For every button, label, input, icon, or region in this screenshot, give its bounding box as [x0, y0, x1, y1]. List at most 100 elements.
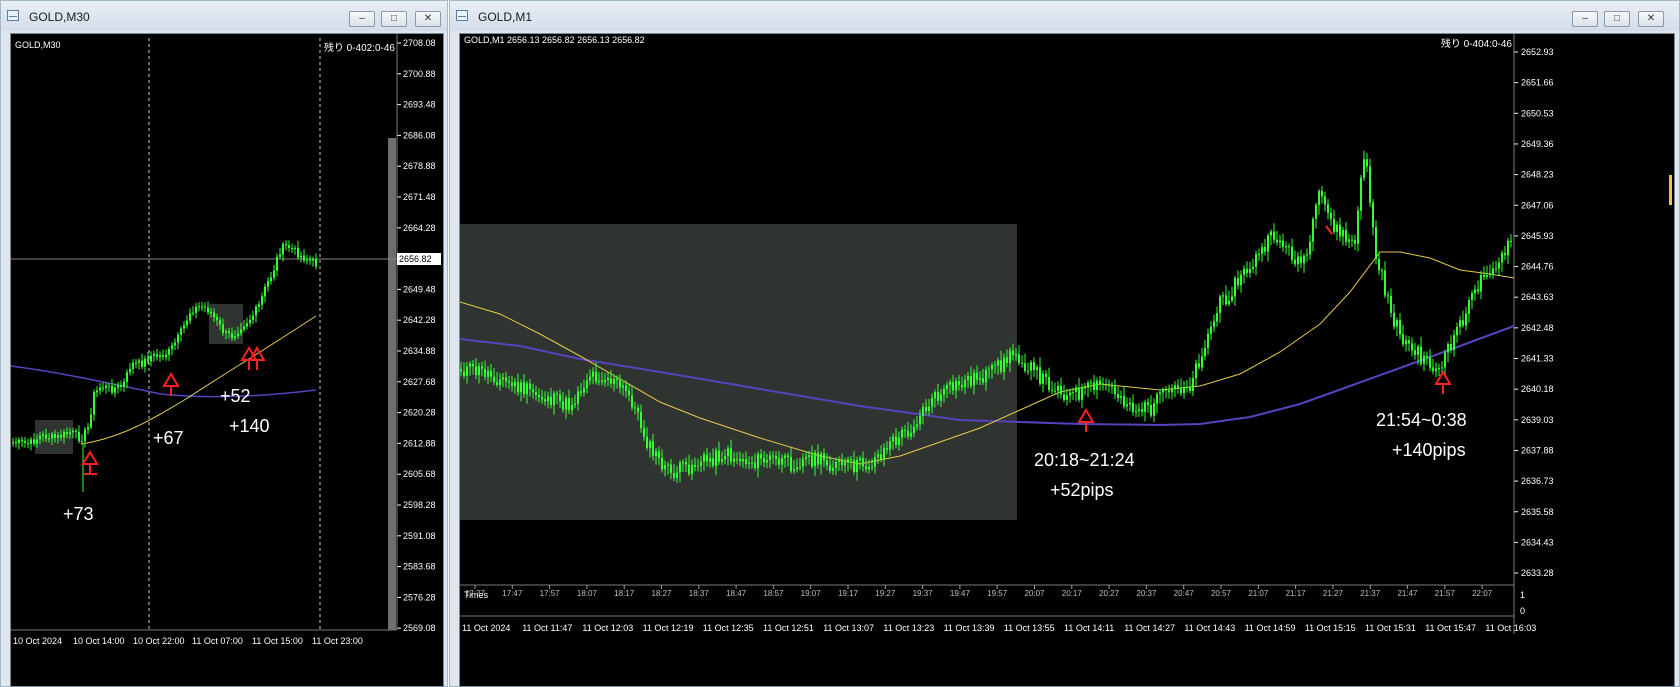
- candle-body: [565, 398, 567, 410]
- minimize-button[interactable]: –: [349, 11, 375, 27]
- candle-body: [790, 457, 792, 472]
- m30-candles: [12, 240, 317, 492]
- gold-m1-window: GOLD,M1 – □ ✕ 2652.93 2651.66 2650.53 2649.…: [449, 0, 1680, 687]
- candle-body: [168, 349, 170, 355]
- title-bar[interactable]: GOLD,M30 – □ ✕: [1, 1, 447, 31]
- candle-body: [96, 390, 98, 393]
- candle-body: [15, 442, 17, 444]
- candle-body: [1108, 384, 1110, 387]
- candle-body: [616, 378, 618, 381]
- m30-chart-svg[interactable]: 2708.08 2700.88 2693.48 2686.08 2678.88 2671.…: [11, 34, 443, 686]
- candle-body: [988, 369, 990, 371]
- candle-body: [1300, 256, 1302, 264]
- candle-body: [847, 459, 849, 463]
- candle-body: [1288, 246, 1290, 248]
- m1-chart-area[interactable]: 2652.93 2651.66 2650.53 2649.36 2648.23 2647.…: [459, 33, 1675, 687]
- candle-body: [562, 401, 564, 410]
- candle-body: [601, 380, 603, 383]
- m1-chart-svg[interactable]: 2652.93 2651.66 2650.53 2649.36 2648.23 2647.…: [460, 34, 1674, 686]
- highlight-box: [460, 224, 1017, 520]
- candle-body: [1363, 159, 1365, 178]
- close-button[interactable]: ✕: [1638, 11, 1664, 27]
- candle-body: [216, 317, 218, 321]
- candle-body: [237, 333, 239, 337]
- candle-body: [1297, 256, 1299, 265]
- candle-body: [475, 366, 477, 376]
- candle-body: [159, 355, 161, 357]
- candle-body: [1366, 159, 1368, 167]
- time-tick-label: 10 Oct 2024: [13, 636, 62, 646]
- candle-body: [775, 456, 777, 459]
- times-scale-bottom: 0: [1520, 606, 1525, 616]
- candle-body: [78, 431, 80, 442]
- candle-body: [724, 456, 726, 460]
- candle-body: [550, 396, 552, 406]
- candle-body: [673, 472, 675, 478]
- date-tick-label: 11 Oct 15:47: [1425, 623, 1476, 633]
- time-tick-label: 19:37: [913, 589, 934, 598]
- candle-body: [1489, 273, 1491, 276]
- candle-body: [300, 255, 302, 258]
- candle-body: [156, 353, 158, 357]
- candle-body: [841, 459, 843, 466]
- candle-body: [240, 329, 242, 334]
- candle-body: [571, 404, 573, 411]
- candle-body: [838, 459, 840, 462]
- candle-body: [658, 451, 660, 458]
- candle-body: [1243, 268, 1245, 275]
- candle-body: [1306, 254, 1308, 256]
- candle-body: [763, 458, 765, 463]
- scroll-bar[interactable]: [388, 138, 396, 630]
- date-tick-label: 11 Oct 12:19: [643, 623, 694, 633]
- time-tick-label: 20:27: [1099, 589, 1120, 598]
- m30-chart-area[interactable]: 2708.08 2700.88 2693.48 2686.08 2678.88 2671.…: [10, 33, 444, 687]
- candle-body: [898, 437, 900, 445]
- candle-body: [141, 360, 143, 367]
- fast-ma-line: [80, 315, 317, 445]
- candle-body: [270, 277, 272, 282]
- time-tick-label: 22:07: [1472, 589, 1493, 598]
- candle-body: [895, 436, 897, 445]
- price-tick-label: 2648.23: [1521, 170, 1554, 180]
- candle-body: [108, 385, 110, 387]
- candle-body: [748, 463, 750, 465]
- candle-body: [1408, 340, 1410, 344]
- candle-body: [529, 383, 531, 390]
- time-tick-label: 21:37: [1360, 589, 1381, 598]
- candle-body: [1066, 395, 1068, 400]
- minimize-button[interactable]: –: [1572, 11, 1598, 27]
- candle-body: [1174, 385, 1176, 390]
- candle-body: [919, 415, 921, 425]
- candle-body: [1438, 368, 1440, 370]
- candle-body: [225, 331, 227, 333]
- candle-body: [535, 392, 537, 396]
- candle-body: [1273, 231, 1275, 240]
- candle-body: [1006, 357, 1008, 363]
- price-tick-label: 2693.48: [403, 100, 436, 110]
- candle-body: [871, 466, 873, 468]
- candle-body: [553, 393, 555, 406]
- candle-body: [1012, 350, 1014, 356]
- candle-body: [628, 390, 630, 396]
- price-tick-label: 2642.28: [403, 315, 436, 325]
- price-tick-label: 2647.06: [1521, 200, 1554, 210]
- candle-body: [700, 461, 702, 466]
- candle-body: [883, 448, 885, 460]
- title-bar[interactable]: GOLD,M1 – □ ✕: [450, 1, 1679, 31]
- candle-body: [1060, 385, 1062, 395]
- candle-body: [1213, 321, 1215, 327]
- candle-body: [1030, 362, 1032, 371]
- close-button[interactable]: ✕: [415, 11, 441, 27]
- candle-body: [1309, 241, 1311, 255]
- candle-body: [1510, 241, 1512, 243]
- time-tick-label: 18:17: [614, 589, 635, 598]
- maximize-button[interactable]: □: [381, 11, 407, 27]
- candle-body: [1093, 382, 1095, 390]
- maximize-button[interactable]: □: [1604, 11, 1630, 27]
- candle-body: [487, 370, 489, 377]
- candle-body: [315, 259, 317, 267]
- candle-body: [934, 392, 936, 399]
- candle-body: [613, 378, 615, 384]
- candle-body: [496, 381, 498, 386]
- candle-body: [679, 462, 681, 473]
